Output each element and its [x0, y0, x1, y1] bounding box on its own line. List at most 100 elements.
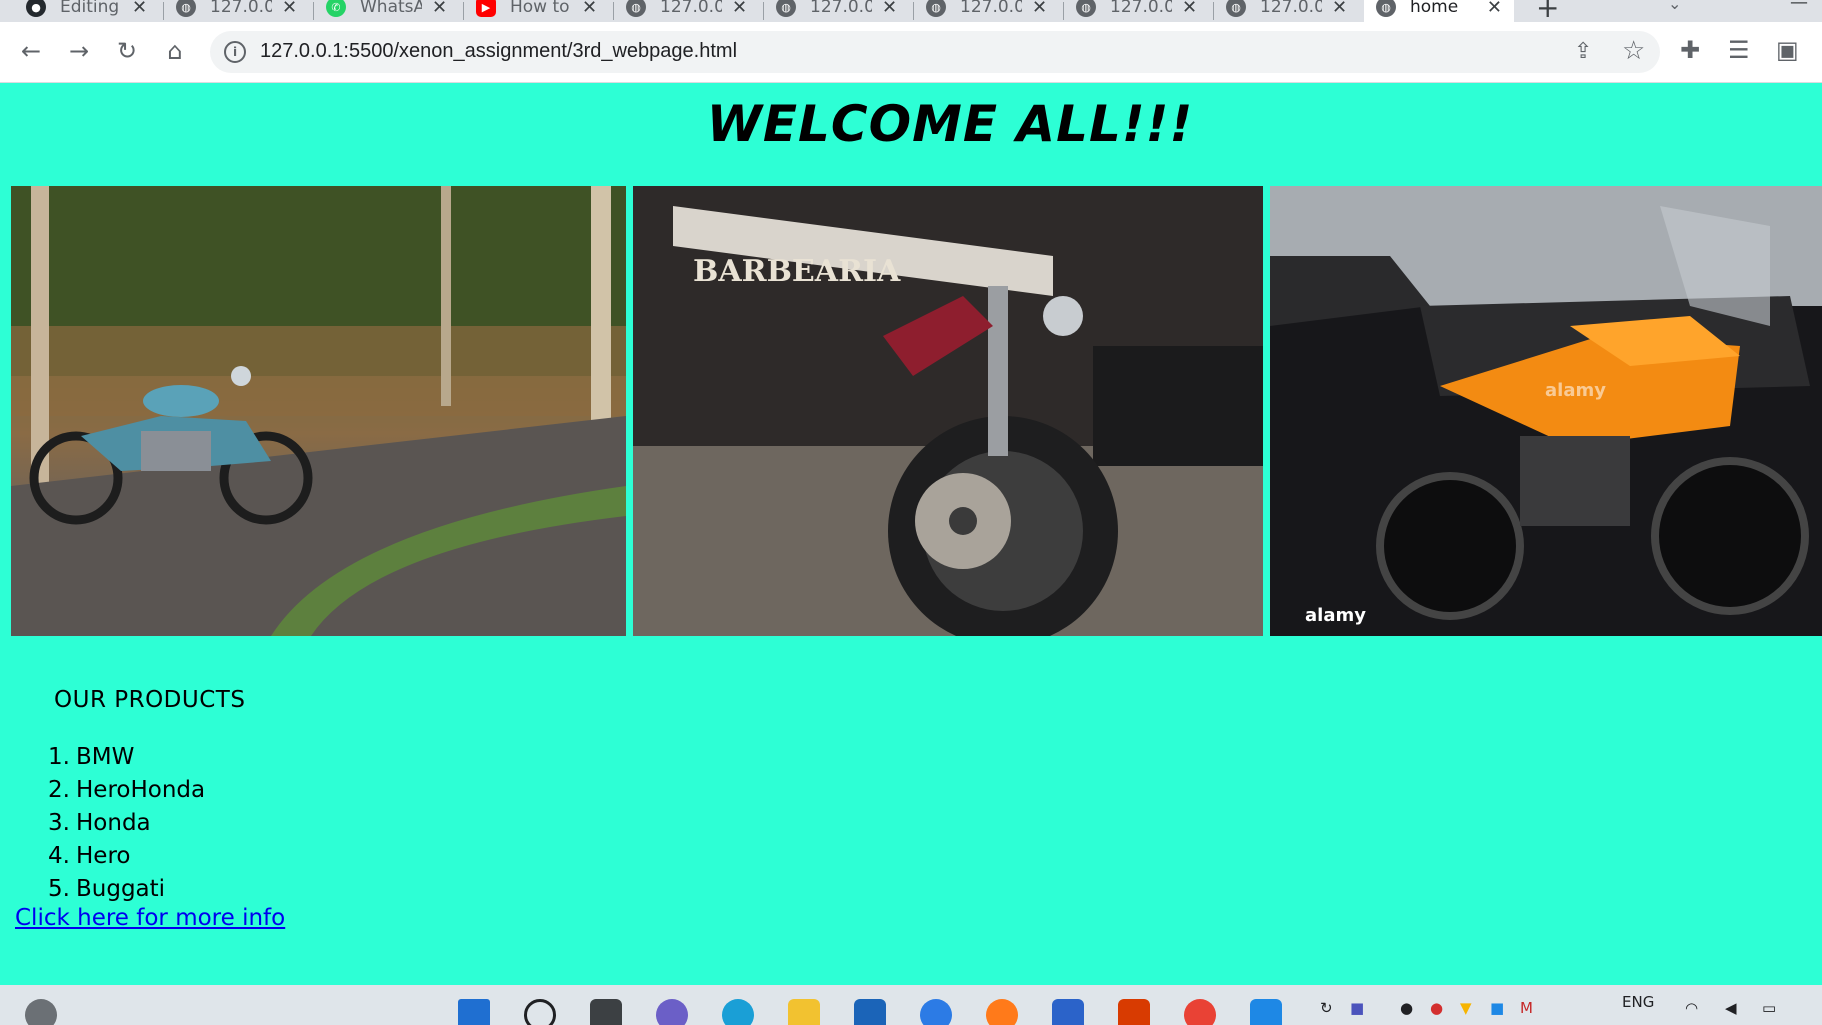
office-icon[interactable] — [1118, 999, 1150, 1025]
tab[interactable]: ◍ 127.0.0 ✕ — [764, 0, 914, 22]
wifi-icon[interactable]: ◠ — [1685, 999, 1698, 1017]
windows-start-icon[interactable] — [458, 999, 490, 1025]
reading-list-icon[interactable]: ☰ — [1728, 36, 1750, 64]
list-item: 1. BMW — [48, 744, 135, 770]
search-icon[interactable] — [524, 999, 556, 1025]
volume-icon[interactable]: ◀ — [1725, 999, 1737, 1017]
tab-title: WhatsA — [360, 0, 422, 17]
file-explorer-icon[interactable] — [788, 999, 820, 1025]
close-icon[interactable]: ✕ — [132, 0, 147, 18]
tab[interactable]: ● Editing ✕ — [14, 0, 164, 22]
tray-app-icon[interactable]: ■ — [1490, 999, 1504, 1017]
cruiser-motorcycle-barbearia-photo: BARBEARIA — [633, 186, 1263, 636]
telegram-icon[interactable] — [920, 999, 952, 1025]
tray-app-icon[interactable]: ● — [1430, 999, 1443, 1017]
extensions-puzzle-icon[interactable]: ✚ — [1680, 36, 1700, 64]
tab-title: 127.0.0 — [810, 0, 872, 17]
close-icon[interactable]: ✕ — [1182, 0, 1197, 18]
globe-icon: ◍ — [926, 0, 946, 17]
tab-active[interactable]: ◍ home ✕ — [1364, 0, 1514, 22]
browser-toolbar: ← → ↻ ⌂ i 127.0.0.1:5500/xenon_assignmen… — [0, 22, 1822, 83]
tray-app-icon[interactable]: ▼ — [1460, 999, 1472, 1017]
close-icon[interactable]: ✕ — [1332, 0, 1347, 18]
address-bar[interactable]: i 127.0.0.1:5500/xenon_assignment/3rd_we… — [210, 31, 1660, 73]
firefox-icon[interactable] — [986, 999, 1018, 1025]
site-info-icon[interactable]: i — [224, 41, 246, 63]
tab[interactable]: ▶ How to ✕ — [464, 0, 614, 22]
youtube-icon: ▶ — [476, 0, 496, 17]
tab[interactable]: ◍ 127.0.0 ✕ — [614, 0, 764, 22]
task-view-icon[interactable] — [590, 999, 622, 1025]
alamy-watermark-text: alamy — [1305, 605, 1366, 626]
teams-chat-icon[interactable] — [656, 999, 688, 1025]
globe-icon: ◍ — [626, 0, 646, 17]
bookmark-star-icon[interactable]: ☆ — [1622, 36, 1645, 66]
alamy-watermark-text: alamy — [1545, 380, 1606, 401]
forward-arrow-icon[interactable]: → — [64, 36, 94, 66]
tab-title: 127.0.0 — [210, 0, 272, 17]
weather-icon[interactable] — [25, 999, 57, 1025]
globe-icon: ◍ — [1376, 0, 1396, 17]
mail-icon[interactable] — [854, 999, 886, 1025]
products-title: OUR PRODUCTS — [54, 687, 246, 713]
photo-illustration: BARBEARIA — [633, 186, 1263, 636]
close-icon[interactable]: ✕ — [1487, 0, 1502, 18]
tab-strip: ● Editing ✕ ◍ 127.0.0 ✕ ✆ WhatsA ✕ ▶ How… — [0, 0, 1822, 22]
tab[interactable]: ◍ 127.0.0 ✕ — [1214, 0, 1364, 22]
tab-title: home — [1410, 0, 1459, 17]
tab[interactable]: ◍ 127.0.0 ✕ — [1064, 0, 1214, 22]
chrome-icon[interactable] — [1184, 999, 1216, 1025]
products-list: 1. BMW 2. HeroHonda 3. Honda 4. Hero 5. Bugga… — [48, 741, 205, 906]
reload-icon[interactable]: ↻ — [112, 36, 142, 66]
list-item: 5. Buggati — [48, 876, 166, 902]
minimize-icon[interactable]: — — [1790, 0, 1808, 13]
close-icon[interactable]: ✕ — [732, 0, 747, 18]
tab-title: 127.0.0 — [1260, 0, 1322, 17]
home-icon[interactable]: ⌂ — [160, 36, 190, 66]
tab-title: 127.0.0 — [1110, 0, 1172, 17]
gmail-icon[interactable]: M — [1520, 999, 1533, 1017]
new-tab-plus-icon[interactable]: + — [1536, 0, 1559, 22]
teams-icon[interactable]: ■ — [1350, 999, 1364, 1017]
list-item: 3. Honda — [48, 810, 151, 836]
royal-enfield-motorcycle-photo — [11, 186, 626, 636]
close-icon[interactable]: ✕ — [432, 0, 447, 18]
tab-title: 127.0.0 — [660, 0, 722, 17]
battery-icon[interactable]: ▭ — [1762, 999, 1776, 1017]
back-arrow-icon[interactable]: ← — [16, 36, 46, 66]
chevron-down-icon[interactable]: ⌄ — [1668, 0, 1681, 13]
whatsapp-icon: ✆ — [326, 0, 346, 17]
globe-icon: ◍ — [1226, 0, 1246, 17]
tab[interactable]: ✆ WhatsA ✕ — [314, 0, 464, 22]
vscode-icon[interactable] — [1250, 999, 1282, 1025]
close-icon[interactable]: ✕ — [882, 0, 897, 18]
tray-app-icon[interactable]: ● — [1400, 999, 1413, 1017]
globe-icon: ◍ — [176, 0, 196, 17]
calendar-icon[interactable] — [1052, 999, 1084, 1025]
globe-icon: ◍ — [776, 0, 796, 17]
globe-icon: ◍ — [1076, 0, 1096, 17]
tab-title: How to — [510, 0, 570, 17]
language-indicator[interactable]: ENG — [1622, 993, 1654, 1011]
share-icon[interactable]: ⇪ — [1574, 39, 1592, 64]
close-icon[interactable]: ✕ — [1032, 0, 1047, 18]
close-icon[interactable]: ✕ — [282, 0, 297, 18]
page-viewport: WELCOME ALL!!! BARBEARIA alamy alamy OUR… — [0, 83, 1822, 985]
more-info-link[interactable]: Click here for more info — [15, 905, 285, 931]
github-icon: ● — [26, 0, 46, 17]
ktm-orange-motorcycle-photo: alamy alamy — [1270, 186, 1822, 636]
side-panel-icon[interactable]: ▣ — [1776, 36, 1799, 64]
list-item: 2. HeroHonda — [48, 777, 206, 803]
page-heading: WELCOME ALL!!! — [706, 95, 1194, 153]
tab[interactable]: ◍ 127.0.0 ✕ — [164, 0, 314, 22]
list-item: 4. Hero — [48, 843, 131, 869]
barbearia-sign-text: BARBEARIA — [693, 254, 901, 289]
tab-title: 127.0.0 — [960, 0, 1022, 17]
tab-title: Editing — [60, 0, 120, 17]
photo-illustration — [11, 186, 626, 636]
tab[interactable]: ◍ 127.0.0 ✕ — [914, 0, 1064, 22]
edge-icon[interactable] — [722, 999, 754, 1025]
sync-icon[interactable]: ↻ — [1320, 999, 1333, 1017]
url-text[interactable]: 127.0.0.1:5500/xenon_assignment/3rd_webp… — [260, 40, 737, 63]
close-icon[interactable]: ✕ — [582, 0, 597, 18]
